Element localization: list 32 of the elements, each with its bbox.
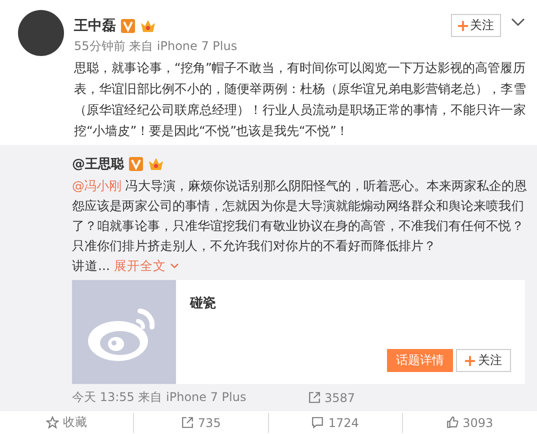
share-icon <box>308 391 322 404</box>
expand-link[interactable]: 展开全文 <box>114 258 166 274</box>
follow-button[interactable]: 关注 <box>451 14 501 37</box>
avatar[interactable] <box>18 10 64 56</box>
topic-card[interactable]: 碰瓷 话题详情 关注 <box>72 280 525 384</box>
crown-icon <box>140 19 156 33</box>
forward-count[interactable]: 3587 <box>308 390 355 404</box>
chevron-down-icon[interactable] <box>511 18 525 27</box>
mention-link[interactable]: @冯小刚 <box>72 178 122 193</box>
crown-icon <box>148 157 164 171</box>
repost-meta: 今天 13:55 来自 iPhone 7 Plus <box>72 389 246 406</box>
verified-icon <box>129 157 143 171</box>
post-text: 思聪，就事论事，“挖角”帽子不敢当，有时间你可以阅览一下万达影视的高管履历表，华谊旧部比例不小的，随便举两例：杜杨（原华谊兄弟电影营销老总），李雪（原华谊经纪公司联席总经理）！行业人员流动是职场正常的事情，不能只许一家挖“小墙皮”！要是因此“不悦”也该是我先“不悦”！ <box>74 59 527 140</box>
action-button[interactable]: 1724 <box>268 412 403 432</box>
topic-title: 碰瓷 <box>190 295 217 312</box>
truncated-text: 讲道... <box>72 258 110 274</box>
share-icon <box>180 416 194 429</box>
post-meta: 55分钟前 来自 iPhone 7 Plus <box>74 38 238 55</box>
repost-author[interactable]: @王思聪 <box>72 155 124 173</box>
action-button[interactable]: 3093 <box>402 412 537 432</box>
action-button[interactable]: 735 <box>134 412 268 432</box>
comment-icon <box>311 416 324 429</box>
follow-button[interactable]: 关注 <box>456 349 511 372</box>
thumbs-up-icon <box>446 416 459 429</box>
action-button[interactable]: 收藏 <box>0 412 134 432</box>
plus-icon <box>465 356 475 366</box>
repost-text: @冯小刚 冯大导演，麻烦你说话别那么阴阳怪气的，听着恶心。本来两家私企的恩怨应该是两家公司的事情，怎就因为你是大导演就能煽动网络群众和舆论来喷我们了？咱就事论事，只准华谊挖我们有敬业协议在身的高管，不准我们有任何不悦？只准你们排片挤走别人，不允许我们对你片的不看好而降低排片？ <box>72 177 528 255</box>
star-icon <box>46 416 60 429</box>
verified-icon <box>121 19 135 33</box>
topic-details-button[interactable]: 话题详情 <box>387 349 453 372</box>
author-name[interactable]: 王中磊 <box>74 17 116 35</box>
plus-icon <box>458 20 468 30</box>
